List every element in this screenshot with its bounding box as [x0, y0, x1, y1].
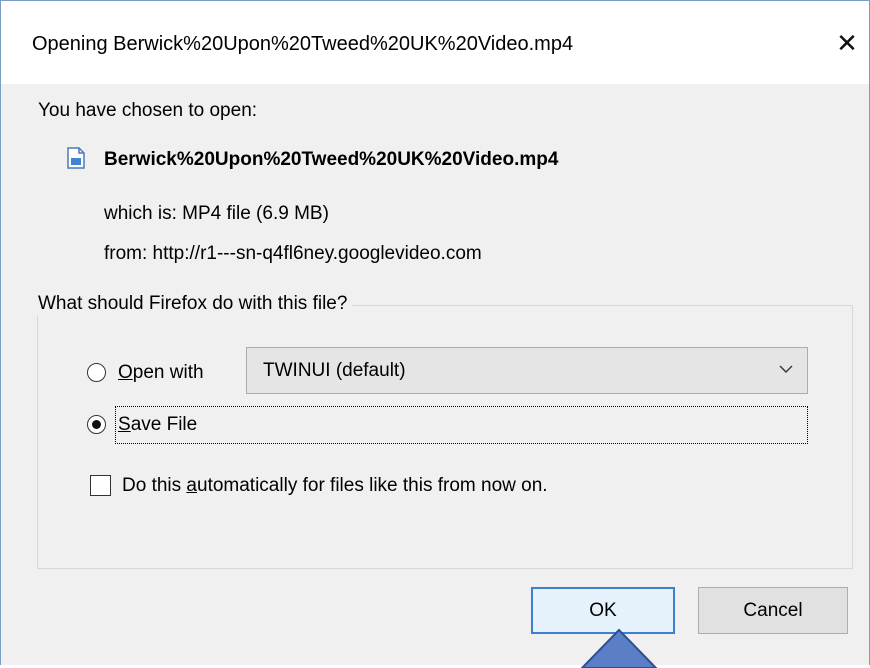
save-dialog: Opening Berwick%20Upon%20Tweed%20UK%20Vi… [0, 0, 870, 665]
open-with-label-rest: pen with [132, 362, 204, 383]
file-type-info: which is: MP4 file (6.9 MB) [104, 203, 329, 224]
application-select[interactable]: TWINUI (default) [246, 347, 808, 394]
file-source-info: from: http://r1---sn-q4fl6ney.googlevide… [104, 243, 482, 264]
close-button[interactable]: ✕ [829, 25, 865, 61]
dialog-title: Opening Berwick%20Upon%20Tweed%20UK%20Vi… [32, 33, 574, 55]
chevron-down-icon [779, 365, 793, 373]
action-group-legend: What should Firefox do with this file? [24, 292, 353, 316]
auto-action-checkbox[interactable] [90, 475, 111, 496]
close-icon: ✕ [836, 28, 858, 58]
application-select-value: TWINUI (default) [263, 360, 406, 381]
file-name: Berwick%20Upon%20Tweed%20UK%20Video.mp4 [104, 149, 559, 170]
open-with-label[interactable]: Open with [118, 361, 204, 385]
cancel-button[interactable]: Cancel [698, 587, 848, 634]
radio-selected-dot [91, 419, 101, 429]
auto-action-mnemonic: a [186, 475, 197, 496]
open-with-mnemonic: O [118, 362, 133, 383]
open-with-radio[interactable] [87, 363, 106, 382]
save-file-radio[interactable] [87, 415, 106, 434]
file-icon [67, 147, 85, 169]
auto-action-label[interactable]: Do this automatically for files like thi… [122, 474, 548, 498]
focus-indicator [115, 406, 808, 444]
auto-action-label-rest: utomatically for files like this from no… [197, 475, 548, 496]
annotation-arrow-icon [580, 628, 658, 668]
chosen-label: You have chosen to open: [38, 100, 258, 121]
ok-button[interactable]: OK [531, 587, 675, 634]
title-bar: Opening Berwick%20Upon%20Tweed%20UK%20Vi… [1, 1, 869, 84]
auto-action-label-prefix: Do this [122, 475, 187, 496]
